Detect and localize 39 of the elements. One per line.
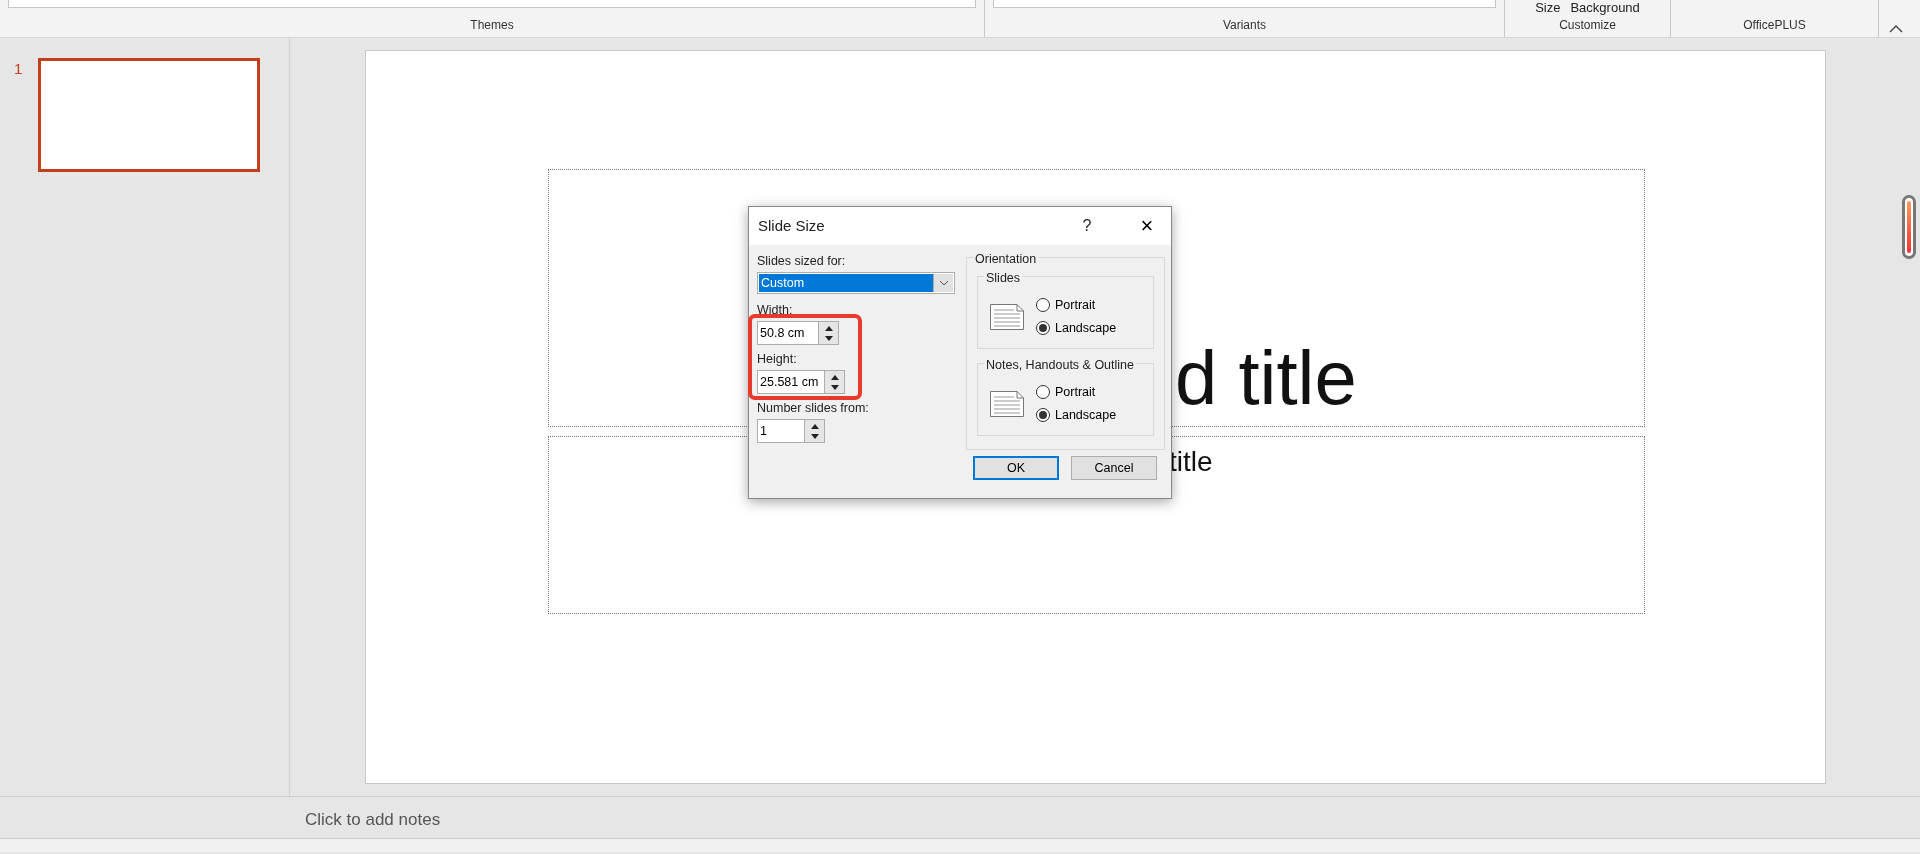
spin-buttons[interactable] (819, 321, 839, 345)
collapse-ribbon-icon[interactable] (1889, 24, 1903, 34)
width-field[interactable]: 50.8 cm (757, 321, 819, 345)
radio-button[interactable] (1036, 320, 1050, 335)
slide-number: 1 (14, 59, 23, 76)
radio-button[interactable] (1036, 385, 1050, 400)
cancel-button[interactable]: Cancel (1071, 456, 1157, 480)
start-number-field[interactable]: 1 (757, 419, 805, 443)
page-icon (990, 303, 1024, 330)
radio-button[interactable] (1036, 298, 1050, 313)
radio-option[interactable]: Portrait (1036, 295, 1117, 315)
group-label: OfficePLUS (1743, 17, 1806, 34)
slide-thumbnail[interactable] (38, 58, 261, 172)
group-label: Themes (470, 17, 514, 34)
help-button[interactable]: ? (1067, 214, 1107, 238)
group-label: Variants (1222, 17, 1267, 34)
slide-title: d title (1175, 340, 1357, 416)
background-button[interactable]: Background (1570, 0, 1640, 15)
spin-buttons[interactable] (825, 370, 845, 394)
dialog-title: Slide Size (758, 215, 826, 236)
ok-button[interactable]: OK (973, 456, 1059, 480)
height-field[interactable]: 25.581 cm (757, 370, 825, 394)
group-label: Customize (1559, 17, 1616, 34)
field-label: Width: (757, 303, 794, 318)
field-label: Number slides from: (757, 401, 870, 416)
radio-button[interactable] (1036, 407, 1050, 422)
radio-option[interactable]: Landscape (1036, 405, 1117, 425)
radio-option[interactable]: Landscape (1036, 318, 1117, 338)
radio-option[interactable]: Portrait (1036, 382, 1117, 402)
spin-buttons[interactable] (805, 419, 825, 443)
close-button[interactable]: × (1129, 211, 1165, 241)
dropdown[interactable]: Custom (757, 272, 955, 294)
field-label: Height: (757, 352, 798, 367)
scrollbar[interactable] (1902, 195, 1916, 259)
page-icon (990, 390, 1024, 417)
caret-icon (938, 280, 949, 286)
notes-placeholder[interactable]: Click to add notes (305, 810, 441, 829)
field-label: Slides sized for: (757, 254, 847, 269)
size-button[interactable]: Size (1535, 0, 1561, 15)
